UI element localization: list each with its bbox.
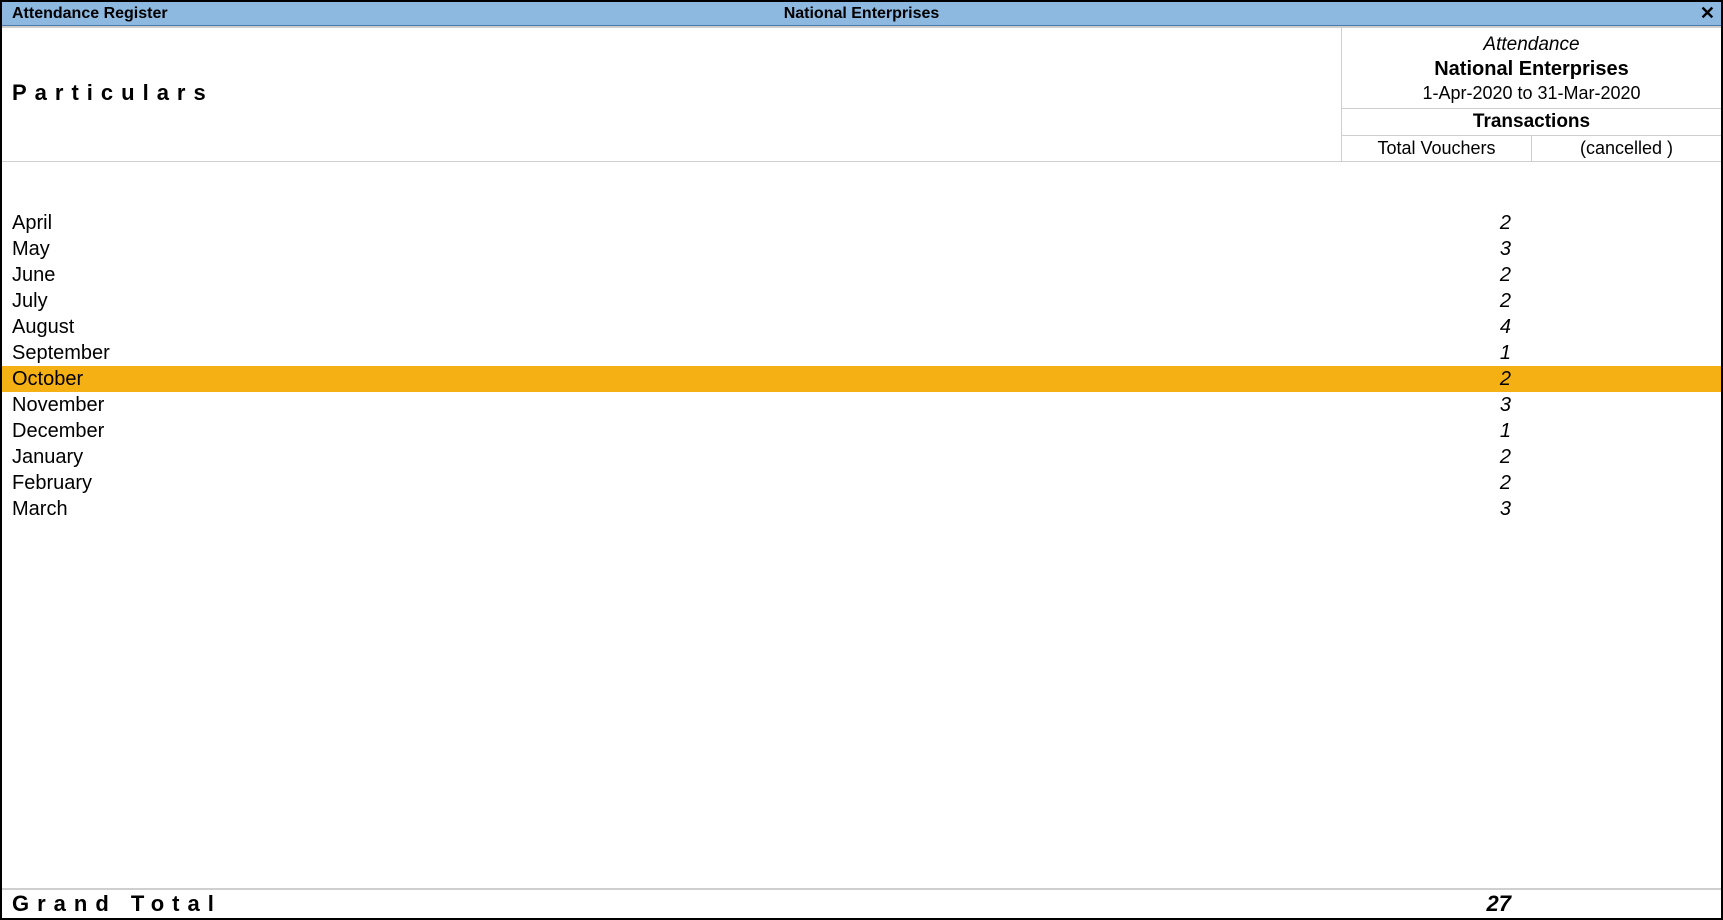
table-row[interactable]: March3 [2, 496, 1721, 522]
title-left: Attendance Register [2, 5, 168, 23]
content: Particulars Attendance National Enterpri… [2, 26, 1721, 918]
table-row[interactable]: September1 [2, 340, 1721, 366]
table-row[interactable]: October2 [2, 366, 1721, 392]
right-header: Attendance National Enterprises 1-Apr-20… [1341, 28, 1721, 161]
month-cell: September [2, 342, 1341, 365]
month-cell: February [2, 472, 1341, 495]
voucher-cell: 1 [1341, 342, 1531, 365]
total-vouchers-header: Total Vouchers [1342, 136, 1532, 161]
voucher-cell: 3 [1341, 238, 1531, 261]
grand-total-value: 27 [1341, 891, 1531, 917]
close-icon[interactable]: ✕ [1700, 3, 1715, 24]
table-row[interactable]: June2 [2, 262, 1721, 288]
table-row[interactable]: February2 [2, 470, 1721, 496]
table-row[interactable]: December1 [2, 418, 1721, 444]
table-row[interactable]: August4 [2, 314, 1721, 340]
voucher-cell: 2 [1341, 446, 1531, 469]
voucher-cell: 2 [1341, 290, 1531, 313]
month-cell: May [2, 238, 1341, 261]
table-row[interactable]: July2 [2, 288, 1721, 314]
month-cell: October [2, 368, 1341, 391]
table-row[interactable]: May3 [2, 236, 1721, 262]
grand-total-row: Grand Total 27 [2, 888, 1721, 918]
voucher-cell: 2 [1341, 472, 1531, 495]
data-section: April2May3June2July2August4September1Oct… [2, 162, 1721, 888]
table-row[interactable]: November3 [2, 392, 1721, 418]
title-center: National Enterprises [784, 5, 940, 23]
voucher-cell: 4 [1341, 316, 1531, 339]
table-row[interactable]: April2 [2, 210, 1721, 236]
right-header-top: Attendance National Enterprises 1-Apr-20… [1342, 28, 1721, 108]
transactions-label: Transactions [1342, 108, 1721, 135]
month-cell: January [2, 446, 1341, 469]
table-row[interactable]: January2 [2, 444, 1721, 470]
month-cell: March [2, 498, 1341, 521]
titlebar: Attendance Register National Enterprises… [2, 2, 1721, 26]
voucher-cell: 3 [1341, 498, 1531, 521]
grand-total-label: Grand Total [2, 891, 1341, 917]
voucher-cell: 2 [1341, 212, 1531, 235]
date-range: 1-Apr-2020 to 31-Mar-2020 [1346, 83, 1717, 104]
sub-headers: Total Vouchers (cancelled ) [1342, 135, 1721, 161]
voucher-cell: 1 [1341, 420, 1531, 443]
company-name: National Enterprises [1346, 58, 1717, 81]
month-cell: December [2, 420, 1341, 443]
month-cell: July [2, 290, 1341, 313]
particulars-header: Particulars [2, 28, 1341, 158]
cancelled-header: (cancelled ) [1532, 136, 1721, 161]
month-cell: June [2, 264, 1341, 287]
voucher-cell: 3 [1341, 394, 1531, 417]
header-section: Particulars Attendance National Enterpri… [2, 26, 1721, 162]
attendance-label: Attendance [1346, 34, 1717, 56]
month-cell: August [2, 316, 1341, 339]
voucher-cell: 2 [1341, 264, 1531, 287]
month-cell: April [2, 212, 1341, 235]
month-cell: November [2, 394, 1341, 417]
voucher-cell: 2 [1341, 368, 1531, 391]
